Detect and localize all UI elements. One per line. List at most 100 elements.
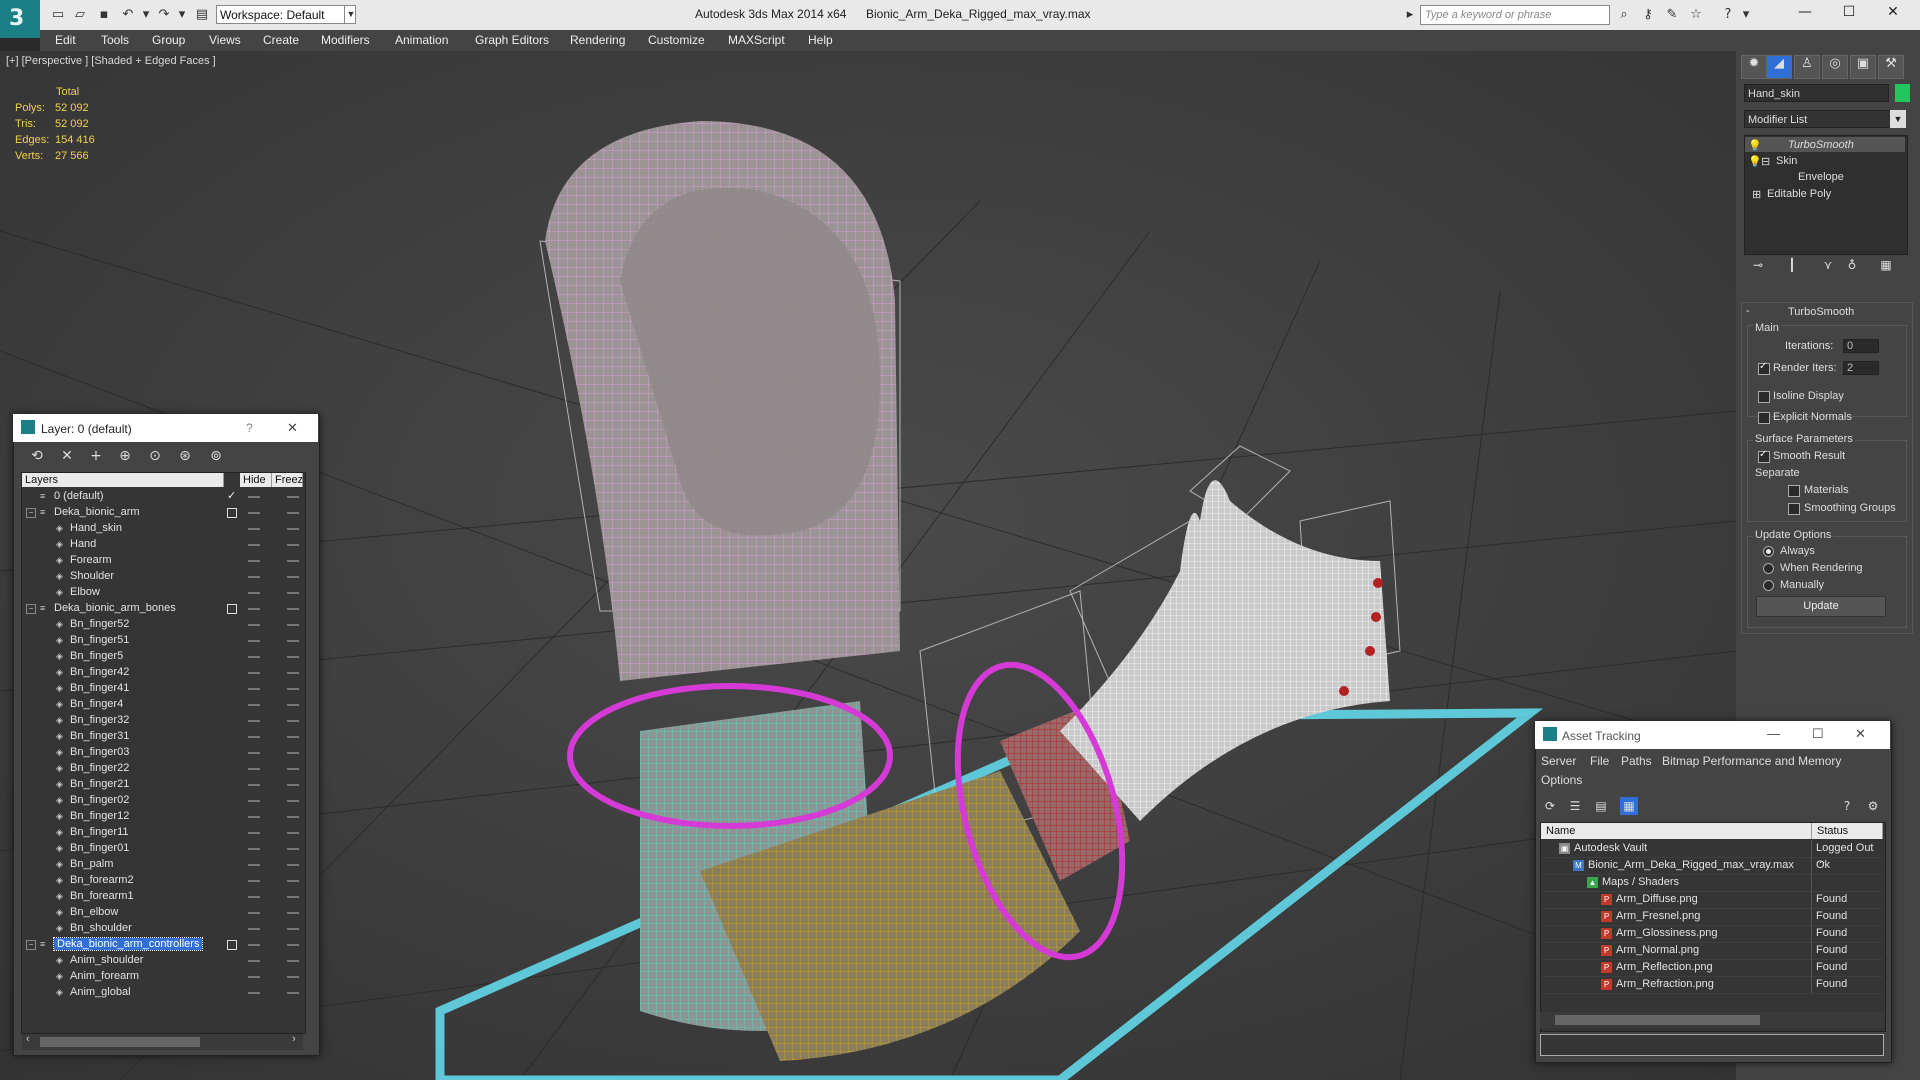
search-input[interactable]: Type a keyword or phrase bbox=[1420, 5, 1610, 25]
redo-dropdown-icon[interactable]: ▾ bbox=[174, 7, 190, 23]
detail-view-icon[interactable]: ▤ bbox=[1592, 797, 1610, 815]
add-selection-icon[interactable]: ⊕ bbox=[116, 447, 134, 465]
asset-row[interactable]: P Arm_Diffuse.png Found bbox=[1541, 891, 1883, 909]
always-radio[interactable] bbox=[1763, 546, 1774, 557]
close-button[interactable]: ✕ bbox=[287, 420, 298, 436]
freeze-toggle[interactable] bbox=[287, 736, 299, 738]
maximize-button[interactable]: ☐ bbox=[1834, 4, 1864, 24]
new-file-icon[interactable]: ▭ bbox=[50, 7, 66, 23]
column-header-hide[interactable]: Hide bbox=[240, 473, 272, 487]
layer-row[interactable]: ◈ Bn_finger52 bbox=[22, 617, 303, 633]
menu-views[interactable]: Views bbox=[209, 33, 241, 47]
hide-toggle[interactable] bbox=[248, 928, 260, 930]
asset-row[interactable]: P Arm_Reflection.png Found bbox=[1541, 959, 1883, 977]
set-current-layer-box[interactable] bbox=[227, 604, 237, 614]
current-layer-check-icon[interactable]: ✓ bbox=[227, 489, 236, 502]
utilities-tab-icon[interactable]: ⚒ bbox=[1878, 55, 1904, 79]
hide-toggle[interactable] bbox=[248, 944, 260, 946]
freeze-toggle[interactable] bbox=[287, 800, 299, 802]
communication-icon[interactable]: ✎ bbox=[1664, 7, 1680, 23]
asset-row[interactable]: P Arm_Glossiness.png Found bbox=[1541, 925, 1883, 943]
collapse-icon[interactable]: − bbox=[26, 940, 36, 950]
layer-row[interactable]: ◈ Bn_finger31 bbox=[22, 729, 303, 745]
layer-row[interactable]: ◈ Bn_elbow bbox=[22, 905, 303, 921]
layer-name[interactable]: Bn_finger42 bbox=[70, 666, 129, 678]
expand-icon[interactable]: ⊞ bbox=[1752, 188, 1761, 201]
layer-row[interactable]: ◈ Bn_forearm1 bbox=[22, 889, 303, 905]
rollout-collapse-icon[interactable]: - bbox=[1746, 305, 1750, 317]
stack-item-envelope[interactable]: Envelope bbox=[1798, 171, 1844, 183]
expand-icon[interactable]: ⊟ bbox=[1761, 155, 1770, 168]
object-color-swatch[interactable] bbox=[1895, 84, 1910, 102]
menu-options[interactable]: Options bbox=[1541, 773, 1582, 787]
set-current-layer-box[interactable] bbox=[227, 940, 237, 950]
layer-name[interactable]: Bn_finger11 bbox=[70, 826, 129, 838]
app-logo-button[interactable]: 3 bbox=[0, 0, 40, 38]
freeze-toggle[interactable] bbox=[287, 944, 299, 946]
modifier-list-dropdown[interactable]: Modifier List bbox=[1744, 110, 1906, 128]
isoline-display-checkbox[interactable] bbox=[1758, 391, 1770, 403]
layer-row[interactable]: ◈ Hand_skin bbox=[22, 521, 303, 537]
manually-radio[interactable] bbox=[1763, 580, 1774, 591]
hide-toggle[interactable] bbox=[248, 624, 260, 626]
freeze-toggle[interactable] bbox=[287, 576, 299, 578]
layer-row[interactable]: ◈ Bn_finger4 bbox=[22, 697, 303, 713]
layer-row[interactable]: ◈ Bn_finger32 bbox=[22, 713, 303, 729]
hide-toggle[interactable] bbox=[248, 784, 260, 786]
freeze-toggle[interactable] bbox=[287, 880, 299, 882]
show-end-result-icon[interactable]: ┃ bbox=[1782, 258, 1802, 276]
save-file-icon[interactable]: ▪ bbox=[96, 7, 112, 23]
menu-create[interactable]: Create bbox=[263, 33, 299, 47]
stack-item-skin[interactable]: Skin bbox=[1776, 155, 1797, 167]
layer-name[interactable]: Bn_finger51 bbox=[70, 634, 129, 646]
viewport-label[interactable]: [+] [Perspective ] [Shaded + Edged Faces… bbox=[6, 55, 216, 67]
asset-row[interactable]: P Arm_Refraction.png Found bbox=[1541, 976, 1883, 994]
menu-help[interactable]: Help bbox=[808, 33, 833, 47]
layer-name[interactable]: Bn_forearm2 bbox=[70, 874, 134, 886]
menu-tools[interactable]: Tools bbox=[101, 33, 129, 47]
hide-toggle[interactable] bbox=[248, 832, 260, 834]
display-tab-icon[interactable]: ▣ bbox=[1850, 55, 1876, 79]
iterations-spinner[interactable]: 0 bbox=[1843, 339, 1879, 353]
layer-name[interactable]: Bn_finger21 bbox=[70, 778, 129, 790]
layer-row[interactable]: ◈ Bn_finger02 bbox=[22, 793, 303, 809]
hide-toggle[interactable] bbox=[248, 496, 260, 498]
hide-toggle[interactable] bbox=[248, 704, 260, 706]
undo-icon[interactable]: ↶ bbox=[120, 7, 136, 23]
hide-toggle[interactable] bbox=[248, 976, 260, 978]
freeze-toggle[interactable] bbox=[287, 560, 299, 562]
binoculars-icon[interactable]: ⌕ bbox=[1616, 7, 1632, 23]
update-button[interactable]: Update bbox=[1756, 596, 1886, 617]
make-unique-icon[interactable]: ⋎ bbox=[1818, 258, 1838, 276]
asset-path-field[interactable] bbox=[1540, 1034, 1884, 1056]
freeze-toggle[interactable] bbox=[287, 512, 299, 514]
freeze-toggle[interactable] bbox=[287, 496, 299, 498]
layer-name[interactable]: Bn_finger22 bbox=[70, 762, 129, 774]
layer-name[interactable]: Hand bbox=[70, 538, 96, 550]
smooth-result-checkbox[interactable] bbox=[1758, 449, 1770, 463]
hide-toggle[interactable] bbox=[248, 512, 260, 514]
hide-toggle[interactable] bbox=[248, 672, 260, 674]
menu-paths[interactable]: Paths bbox=[1621, 754, 1652, 768]
layer-name[interactable]: Anim_forearm bbox=[70, 970, 139, 982]
layer-name[interactable]: Deka_bionic_arm bbox=[54, 506, 140, 518]
layer-row[interactable]: ◈ Forearm bbox=[22, 553, 303, 569]
freeze-toggle[interactable] bbox=[287, 608, 299, 610]
layer-name[interactable]: Bn_forearm1 bbox=[70, 890, 134, 902]
list-view-icon[interactable]: ☰ bbox=[1566, 797, 1584, 815]
layer-name[interactable]: Forearm bbox=[70, 554, 112, 566]
layer-row[interactable]: ◈ Bn_finger01 bbox=[22, 841, 303, 857]
set-current-layer-icon[interactable]: ⊚ bbox=[207, 447, 225, 465]
when-rendering-radio[interactable] bbox=[1763, 563, 1774, 574]
smoothing-groups-checkbox[interactable] bbox=[1788, 503, 1800, 515]
hide-toggle[interactable] bbox=[248, 896, 260, 898]
layer-row[interactable]: ◈ Elbow bbox=[22, 585, 303, 601]
project-folder-icon[interactable]: ▤ bbox=[194, 7, 210, 23]
layer-name[interactable]: Bn_finger5 bbox=[70, 650, 123, 662]
redo-icon[interactable]: ↷ bbox=[156, 7, 172, 23]
freeze-toggle[interactable] bbox=[287, 864, 299, 866]
open-file-icon[interactable]: ▱ bbox=[72, 7, 88, 23]
asset-row[interactable]: P Arm_Normal.png Found bbox=[1541, 942, 1883, 960]
layer-name[interactable]: Anim_global bbox=[70, 986, 131, 998]
menu-modifiers[interactable]: Modifiers bbox=[321, 33, 370, 47]
